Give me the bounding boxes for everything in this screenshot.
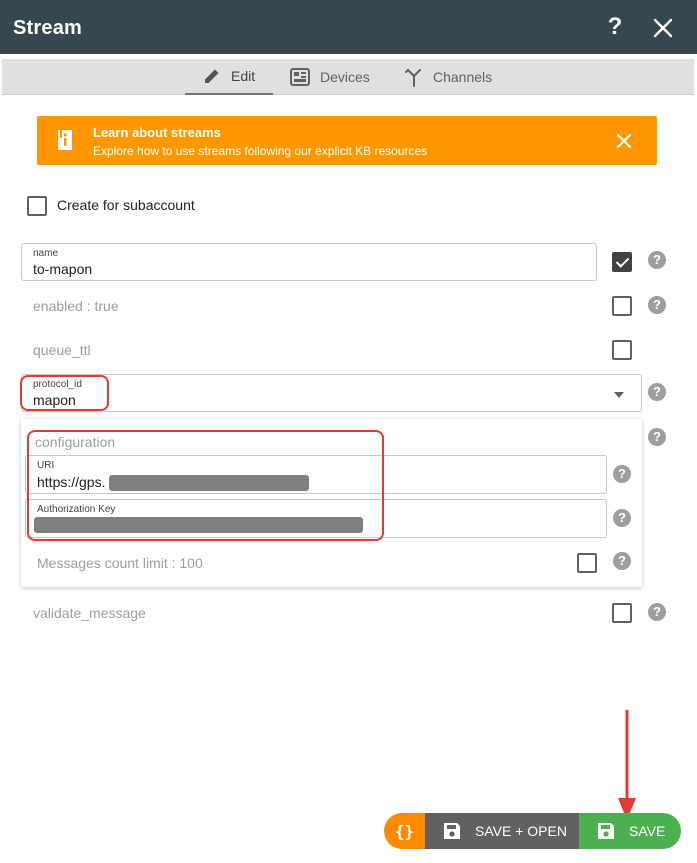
save-button[interactable]: SAVE [579,813,681,849]
configuration-help-icon[interactable]: ? [648,428,666,446]
json-button[interactable]: {} [384,813,425,849]
pencil-icon [205,69,219,83]
enabled-checkbox[interactable] [612,296,632,316]
json-button-label: {} [394,821,415,841]
queue-ttl-checkbox[interactable] [612,340,632,360]
help-icon[interactable]: ? [604,14,626,40]
tab-channels[interactable]: Channels [405,59,492,95]
protocol-help-icon[interactable]: ? [648,383,666,401]
banner-title: Learn about streams [93,125,221,140]
enabled-help-icon[interactable]: ? [648,296,666,314]
messages-limit-help-icon[interactable]: ? [613,552,631,570]
name-checkbox[interactable] [612,252,632,272]
title-bar: Stream ? [0,0,697,54]
messages-limit-label: Messages count limit : 100 [37,555,203,571]
tab-edit[interactable]: Edit [185,59,273,95]
annotation-arrow [618,710,636,820]
save-open-label: SAVE + OPEN [475,823,567,839]
book-info-icon [58,130,72,150]
create-subaccount-label: Create for subaccount [57,197,195,213]
banner-subtitle: Explore how to use streams following our… [93,144,428,158]
enabled-label: enabled : true [33,298,119,314]
save-icon [444,823,460,839]
protocol-select[interactable]: protocol_id mapon [21,374,642,412]
window-title: Stream [13,17,83,39]
action-button-bar: {} SAVE + OPEN SAVE [384,813,681,849]
tab-devices-label: Devices [320,69,370,85]
annotation-protocol-highlight [20,375,109,411]
uri-help-icon[interactable]: ? [613,465,631,483]
tab-channels-label: Channels [433,69,493,85]
info-banner: Learn about streams Explore how to use s… [37,116,657,165]
save-open-button[interactable]: SAVE + OPEN [425,813,579,849]
close-icon[interactable] [652,17,674,39]
name-field-value: to-mapon [33,261,93,277]
name-help-icon[interactable]: ? [648,251,666,269]
messages-limit-checkbox[interactable] [577,553,597,573]
channels-icon [405,68,421,87]
validate-message-label: validate_message [33,605,146,621]
validate-message-checkbox[interactable] [612,603,632,623]
save-label: SAVE [629,823,666,839]
create-subaccount-checkbox[interactable] [27,196,47,216]
tab-devices[interactable]: Devices [290,59,370,95]
queue-ttl-label: queue_ttl [33,342,91,358]
name-field[interactable]: name to-mapon [21,243,597,281]
devices-icon [290,68,310,86]
authorization-key-help-icon[interactable]: ? [613,509,631,527]
tab-bar: Edit Devices Channels [2,59,694,95]
tab-edit-label: Edit [231,68,256,84]
annotation-configuration-highlight [27,430,384,541]
save-icon [598,823,614,839]
validate-message-help-icon[interactable]: ? [648,603,666,621]
banner-close-icon[interactable] [616,133,632,149]
name-field-label: name [33,248,59,259]
dropdown-caret-icon [614,392,624,398]
